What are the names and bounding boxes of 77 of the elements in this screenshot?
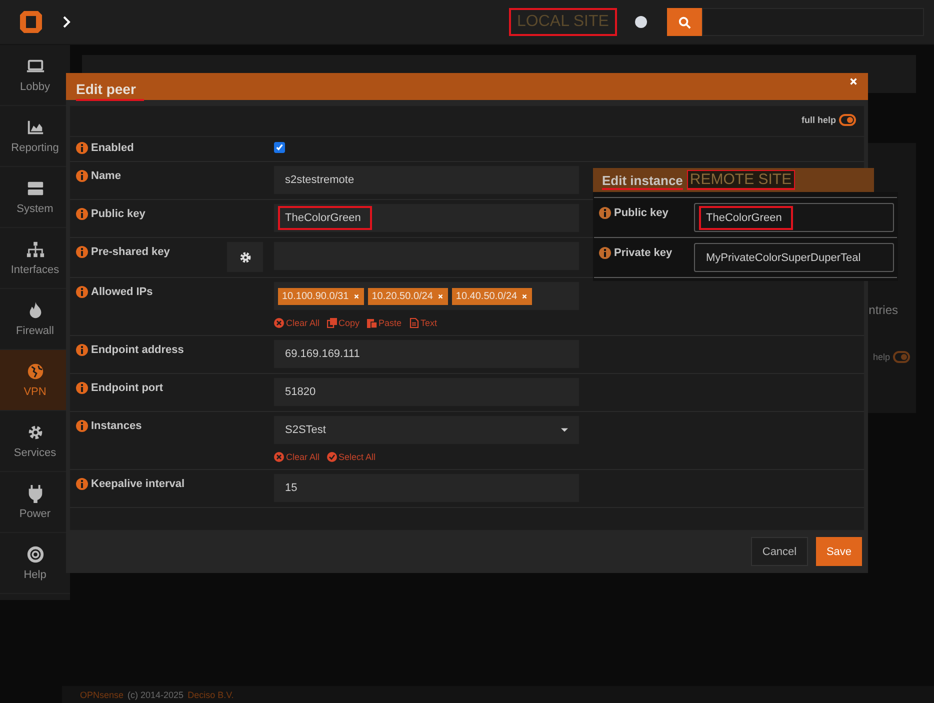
remove-icon[interactable] — [436, 292, 444, 300]
server-icon — [26, 179, 44, 198]
info-icon[interactable] — [599, 207, 611, 219]
full-help-toggle[interactable] — [839, 114, 856, 126]
ip-tag: 10.20.50.0/24 — [368, 288, 448, 304]
action-link[interactable]: Select All — [326, 452, 376, 462]
lifebuoy-icon — [26, 545, 44, 564]
info-icon[interactable] — [76, 478, 88, 490]
help-text: help — [872, 352, 890, 362]
text-field[interactable]: MyPrivateColorSuperDuperTeal — [694, 243, 894, 272]
search-button[interactable] — [666, 8, 702, 36]
field-label: Endpoint port — [91, 382, 164, 394]
action-link[interactable]: Paste — [366, 318, 402, 328]
info-icon[interactable] — [76, 382, 88, 394]
generate-key-button[interactable] — [227, 242, 263, 272]
field-label: Name — [91, 170, 121, 182]
clear-icon — [274, 452, 284, 462]
text-field[interactable]: 15 — [274, 474, 579, 502]
info-icon[interactable] — [76, 170, 88, 182]
ip-tag: 10.40.50.0/24 — [452, 288, 532, 304]
site-label: LOCAL SITE — [509, 8, 617, 36]
document-icon — [408, 318, 419, 328]
search-icon — [678, 16, 691, 28]
action-link[interactable]: Clear All — [274, 318, 320, 328]
text-field[interactable]: 69.169.169.111 — [274, 340, 579, 368]
gear-icon — [238, 250, 252, 264]
site-label: REMOTE SITE — [686, 170, 795, 190]
info-icon[interactable] — [76, 286, 88, 298]
status-dot — [634, 16, 647, 28]
info-icon[interactable] — [599, 247, 611, 259]
text-field[interactable]: TheColorGreen — [694, 203, 894, 232]
info-icon[interactable] — [76, 420, 88, 432]
text-field[interactable]: 51820 — [274, 378, 579, 406]
field-label: Endpoint address — [91, 344, 184, 356]
select-dropdown[interactable]: S2STest — [274, 416, 579, 444]
info-icon[interactable] — [76, 246, 88, 258]
tokens-field[interactable]: 10.100.90.0/31 10.20.50.0/24 10.40.50.0/24 — [274, 282, 579, 310]
check-circle-icon — [326, 452, 337, 462]
network-icon — [26, 240, 44, 259]
globe-icon — [26, 362, 44, 381]
checkbox[interactable] — [274, 142, 285, 153]
field-label: Allowed IPs — [91, 286, 153, 298]
field-label: Public key — [91, 208, 146, 220]
field-label: Private key — [614, 247, 672, 259]
clipboard-icon — [366, 318, 377, 328]
remove-icon[interactable] — [521, 292, 528, 300]
info-icon[interactable] — [76, 142, 88, 154]
field-label: Enabled — [91, 142, 134, 154]
field-label: Instances — [91, 420, 142, 432]
field-label: Pre-shared key — [91, 246, 170, 258]
caret-icon — [561, 428, 568, 432]
ip-tag: 10.100.90.0/31 — [278, 288, 364, 304]
field-label: Public key — [614, 207, 668, 219]
clear-icon — [274, 318, 284, 328]
chart-icon — [26, 118, 44, 137]
panel-title: Edit instance — [602, 170, 683, 190]
field-label: Keepalive interval — [91, 478, 185, 490]
info-icon[interactable] — [76, 344, 88, 356]
info-icon[interactable] — [76, 208, 88, 220]
search-field[interactable] — [702, 8, 924, 36]
full-help-label: full help — [802, 115, 836, 125]
text-field[interactable]: s2stestremote — [274, 166, 579, 194]
copy-icon — [326, 318, 337, 328]
cancel-button[interactable]: Cancel — [751, 537, 808, 566]
dialog-title: Edit peer — [76, 78, 144, 101]
remove-icon[interactable] — [352, 292, 360, 300]
logo-icon[interactable] — [18, 9, 44, 35]
save-button[interactable]: Save — [816, 537, 862, 566]
copyright-text: (c) 2014-2025 — [128, 690, 184, 700]
close-icon[interactable] — [849, 77, 858, 86]
action-link[interactable]: Clear All — [274, 452, 320, 462]
action-link[interactable]: Copy — [326, 318, 360, 328]
action-link[interactable]: Text — [408, 318, 438, 328]
entries-text: ntries — [868, 303, 899, 317]
text-field[interactable]: TheColorGreen — [274, 204, 579, 232]
chevron-icon[interactable] — [62, 15, 72, 29]
toggle-switch[interactable] — [893, 351, 910, 363]
